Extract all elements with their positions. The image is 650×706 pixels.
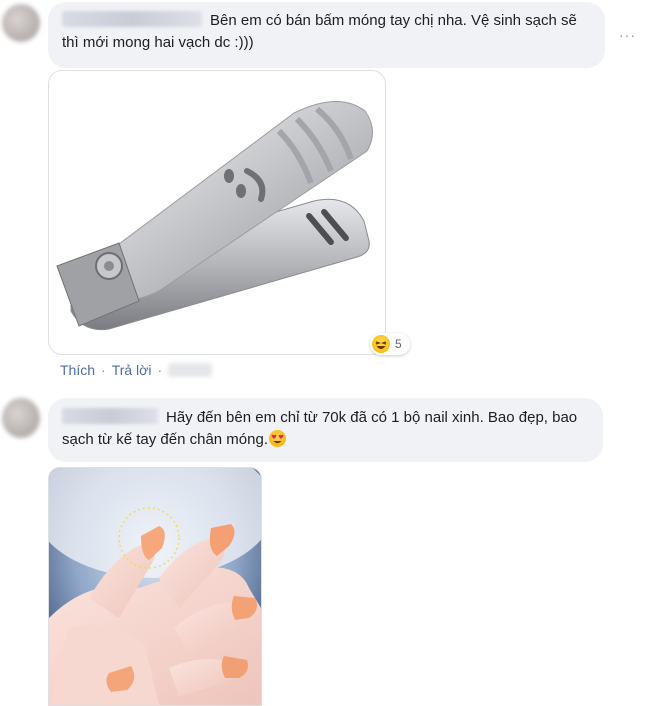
comment-image-nails[interactable] — [48, 467, 262, 706]
like-button[interactable]: Thích — [60, 362, 95, 378]
comment-bubble: Hãy đến bên em chỉ từ 70k đã có 1 bộ nai… — [48, 398, 603, 462]
reaction-count: 5 — [395, 337, 402, 351]
laughing-emoji-icon — [372, 335, 390, 353]
nails-photo-image — [49, 468, 261, 705]
comment-bubble: Bên em có bán bấm móng tay chị nha. Vệ s… — [48, 2, 605, 68]
more-options-icon[interactable]: ··· — [619, 28, 636, 42]
commenter-name-redacted[interactable] — [62, 408, 158, 424]
reaction-badge[interactable]: 5 — [370, 333, 410, 355]
commenter-avatar[interactable] — [2, 398, 40, 438]
comment-actions: Thích · Trả lời · — [60, 362, 213, 378]
timestamp-redacted[interactable] — [168, 363, 213, 377]
commenter-avatar[interactable] — [2, 4, 40, 42]
separator: · — [157, 362, 163, 378]
heart-eyes-emoji-icon — [269, 430, 286, 447]
comment-image-nail-clipper[interactable] — [48, 70, 386, 355]
separator: · — [101, 362, 106, 378]
reply-button[interactable]: Trả lời — [112, 362, 152, 378]
commenter-name-redacted[interactable] — [62, 11, 202, 27]
nail-clipper-image — [56, 101, 373, 331]
